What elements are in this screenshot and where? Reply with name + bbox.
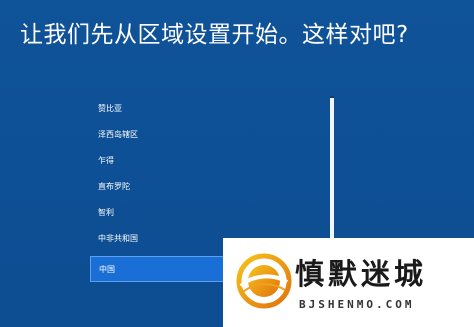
list-item[interactable]: 泽西岛辖区 xyxy=(90,122,324,148)
list-item[interactable]: 智利 xyxy=(90,200,324,226)
watermark: 慎默迷城 BJSHENMO.COM xyxy=(223,238,474,327)
watermark-url: BJSHENMO.COM xyxy=(299,298,415,311)
watermark-name: 慎默迷城 xyxy=(295,257,428,291)
list-item[interactable]: 赞比亚 xyxy=(90,96,324,122)
page-title: 让我们先从区域设置开始。这样对吧? xyxy=(20,22,409,48)
list-item[interactable]: 直布罗陀 xyxy=(90,174,324,200)
list-item[interactable]: 乍得 xyxy=(90,148,324,174)
sun-ring-logo-icon xyxy=(236,253,292,309)
